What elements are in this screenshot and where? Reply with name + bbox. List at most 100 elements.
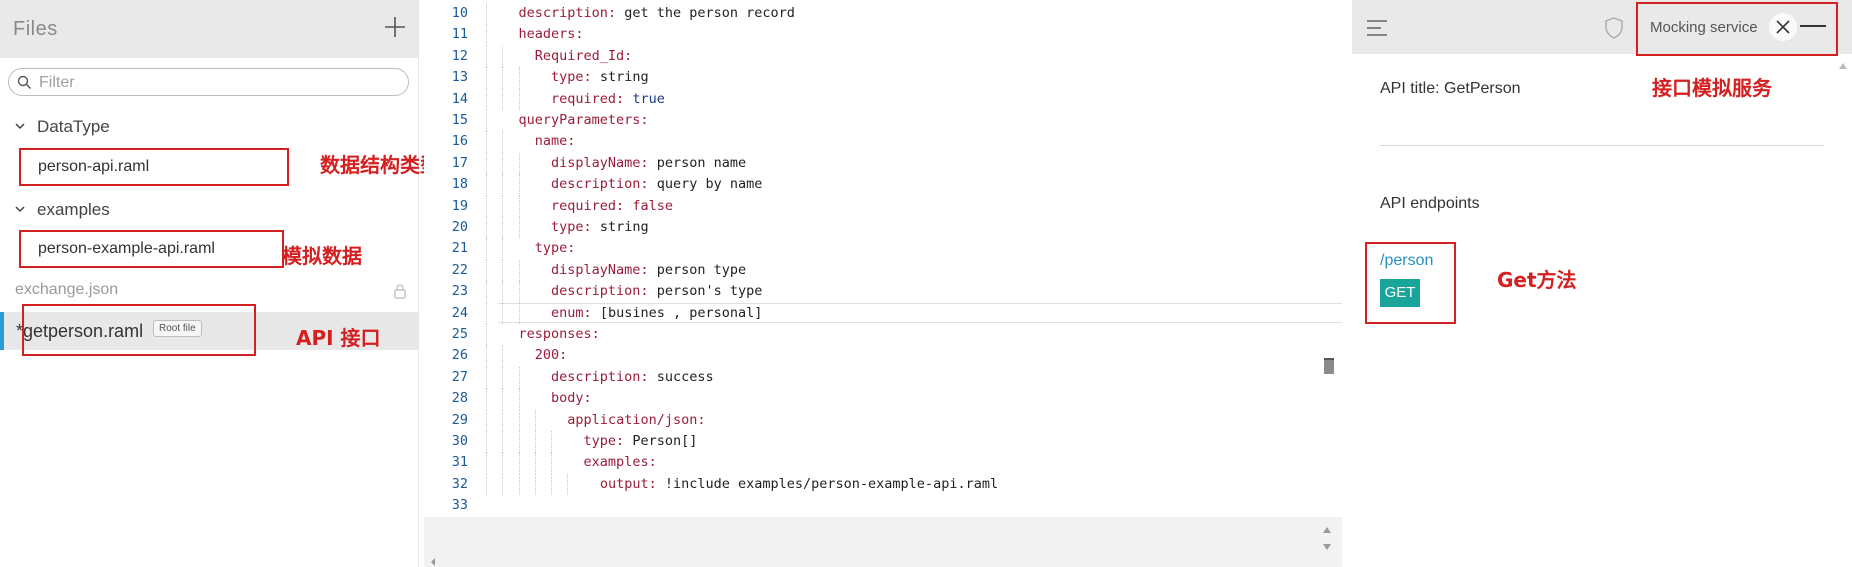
folder-datatype[interactable]: DataType <box>0 112 419 142</box>
indent-guide <box>486 345 487 367</box>
indent-guide <box>486 281 487 303</box>
indent-guide <box>518 67 520 89</box>
line-number: 22 <box>451 261 468 278</box>
indent-guide <box>486 409 487 431</box>
indent-guide <box>486 131 487 153</box>
scroll-down-icon[interactable] <box>1322 543 1332 551</box>
annotation-box-api <box>22 304 256 356</box>
code-token: success <box>656 368 714 385</box>
indent-guide <box>502 452 504 474</box>
indent-guide <box>518 473 520 496</box>
code-token: person name <box>656 154 747 171</box>
code-line: required: true <box>551 89 665 110</box>
scrollbar-thumb[interactable] <box>1324 358 1334 374</box>
indent-guide <box>502 45 504 68</box>
code-line: type: string <box>551 67 649 88</box>
indent-guide <box>502 473 504 496</box>
indent-guide <box>486 24 487 46</box>
code-token: description: <box>551 283 657 300</box>
code-token: displayName: <box>551 154 657 171</box>
indent-guide <box>502 259 504 282</box>
code-line: type: string <box>551 217 649 238</box>
indent-guide <box>518 152 520 175</box>
code-token: Person[] <box>632 433 698 449</box>
code-token: string <box>599 219 649 235</box>
editor-footer <box>424 517 1342 567</box>
code-token: Required_Id: <box>534 47 633 64</box>
code-line: displayName: person type <box>551 260 746 281</box>
folder-examples[interactable]: examples <box>0 195 419 225</box>
code-token: type: <box>534 240 576 257</box>
indent-guide <box>502 366 504 389</box>
code-line: enum: [busines , personal] <box>551 303 762 324</box>
code-line: type: <box>535 238 576 259</box>
code-token: !include <box>664 475 738 492</box>
file-exchange-json[interactable]: exchange.json <box>0 275 419 305</box>
code-token: person's type <box>656 283 763 300</box>
folder-label: DataType <box>37 117 110 136</box>
indent-guide <box>534 431 536 453</box>
code-token: required: <box>551 90 633 107</box>
indent-guide <box>518 388 520 410</box>
code-line: name: <box>535 131 576 152</box>
indent-guide <box>518 366 520 389</box>
line-number: 17 <box>451 154 468 171</box>
code-token: enum: <box>551 304 600 321</box>
shield-icon[interactable] <box>1604 16 1624 40</box>
filter-input[interactable] <box>37 71 401 95</box>
line-number: 21 <box>451 240 468 257</box>
line-number: 14 <box>451 90 468 107</box>
code-token: headers: <box>518 26 584 43</box>
annotation-box-mocking <box>1636 2 1838 56</box>
code-line: description: person's type <box>551 281 762 302</box>
indent-guide <box>518 431 520 453</box>
files-header: Files <box>0 0 419 58</box>
chevron-down-icon <box>15 123 25 130</box>
code-token: displayName: <box>551 261 657 278</box>
indent-guide <box>518 409 520 431</box>
api-endpoints-heading: API endpoints <box>1380 195 1480 212</box>
folder-label: examples <box>37 200 110 219</box>
indent-guide <box>486 431 487 453</box>
code-token: queryParameters: <box>518 112 649 128</box>
code-token: application/json: <box>567 411 706 428</box>
indent-guide <box>534 409 536 431</box>
code-line: queryParameters: <box>519 110 649 131</box>
indent-guide <box>518 174 520 196</box>
indent-guide <box>518 195 520 217</box>
menu-icon[interactable] <box>1366 18 1388 38</box>
line-number: 20 <box>451 219 468 235</box>
indent-guide <box>502 195 504 217</box>
indent-guide <box>486 238 487 260</box>
annotation-box-get <box>1365 242 1456 324</box>
indent-guide <box>502 131 504 153</box>
indent-guide <box>551 473 553 496</box>
lock-icon <box>394 284 406 299</box>
code-line: examples: <box>584 452 657 473</box>
code-token: examples: <box>583 454 657 471</box>
plus-icon[interactable] <box>382 14 408 40</box>
active-indicator <box>0 312 4 350</box>
annotation-api: API 接口 <box>296 326 381 350</box>
annotation-get-method: Get方法 <box>1497 268 1577 292</box>
code-token: type: <box>583 433 633 449</box>
code-token: query by name <box>656 176 763 193</box>
line-number: 26 <box>451 347 468 364</box>
line-number: 24 <box>451 304 468 321</box>
scroll-up-icon[interactable] <box>1322 526 1332 534</box>
scroll-up-icon[interactable] <box>1838 62 1848 70</box>
scroll-left-icon[interactable] <box>430 558 436 566</box>
indent-guide <box>567 473 569 496</box>
code-token: output: <box>599 475 665 492</box>
code-editor[interactable]: 10 11 12 13 14 15 16 17 18 19 20 21 22 23 24 25 26 27 28 29… <box>424 0 1342 567</box>
indent-guide <box>502 281 504 303</box>
code-token: false <box>632 197 673 214</box>
indent-guide <box>486 452 487 474</box>
code-token: type: <box>551 69 600 86</box>
code-line: description: success <box>551 367 714 388</box>
indent-guide <box>518 452 520 474</box>
code-line: Required_Id: <box>535 46 633 67</box>
indent-guide <box>486 302 487 324</box>
code-token: description: <box>551 368 657 385</box>
indent-guide <box>518 88 520 110</box>
